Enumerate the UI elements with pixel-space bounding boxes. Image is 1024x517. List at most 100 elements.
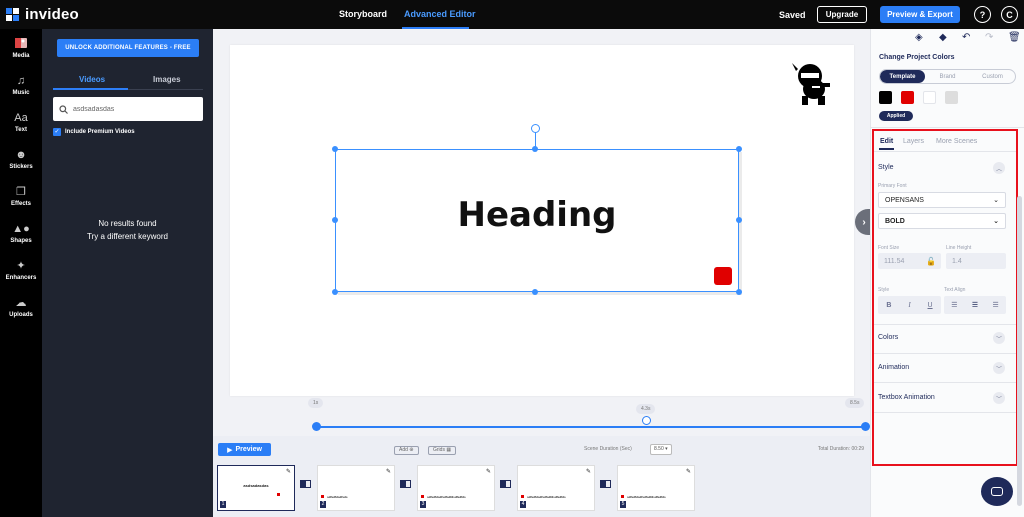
resize-handle-right[interactable]	[736, 217, 742, 223]
red-square-shape[interactable]	[714, 267, 732, 285]
bold-icon[interactable]: B	[886, 302, 891, 309]
chevron-down-icon[interactable]: ﹀	[993, 332, 1005, 344]
add-button[interactable]: Add ⊕	[394, 446, 419, 455]
align-center-icon[interactable]: ☰	[972, 301, 978, 309]
chat-icon[interactable]	[981, 477, 1013, 506]
tab-edit[interactable]: Edit	[880, 138, 893, 145]
timeline-track[interactable]	[316, 426, 865, 428]
scene-canvas[interactable]: Heading	[230, 45, 854, 396]
rail-item-effects[interactable]: ❐ Effects	[0, 185, 42, 221]
brand-logo[interactable]: invideo	[6, 6, 79, 23]
undo-icon[interactable]: ↶	[962, 32, 970, 43]
align-left-icon[interactable]: ☰	[951, 301, 957, 309]
seg-custom[interactable]: Custom	[970, 70, 1015, 83]
unlock-icon[interactable]: 🔓	[926, 257, 936, 266]
animation-section-title[interactable]: Animation	[878, 364, 909, 371]
search-box[interactable]	[53, 97, 203, 121]
color-swatch-gray[interactable]	[945, 91, 958, 104]
heading-text[interactable]: Heading	[458, 195, 617, 235]
rail-item-uploads[interactable]: ☁ Uploads	[0, 296, 42, 332]
chevron-down-icon[interactable]: ﹀	[993, 362, 1005, 374]
layers-icon[interactable]: ◈	[915, 32, 923, 43]
underline-icon[interactable]: U	[928, 302, 933, 309]
font-family-select[interactable]: OPENSANS ⌄	[878, 192, 1006, 208]
pin-icon[interactable]: ✎	[586, 468, 591, 475]
tab-more-scenes[interactable]: More Scenes	[936, 138, 977, 145]
italic-icon[interactable]: I	[908, 301, 910, 309]
transition-icon[interactable]	[300, 480, 311, 488]
transition-icon[interactable]	[500, 480, 511, 488]
tab-layers[interactable]: Layers	[903, 138, 924, 145]
rail-label-enhancers: Enhancers	[5, 275, 37, 281]
preview-button[interactable]: ▶ Preview	[218, 443, 271, 456]
font-weight-select[interactable]: BOLD ⌄	[878, 213, 1006, 229]
resize-handle-top-right[interactable]	[736, 146, 742, 152]
rail-item-shapes[interactable]: ▲● Shapes	[0, 222, 42, 258]
color-swatch-black[interactable]	[879, 91, 892, 104]
transition-icon[interactable]	[600, 480, 611, 488]
right-panel-scrollbar[interactable]	[1017, 196, 1022, 506]
scene-bar: ▶ Preview Add ⊕ Grids ▦ Scene Duration (…	[213, 436, 870, 517]
timeline-end-handle[interactable]	[861, 422, 870, 431]
scene-number: 2	[320, 501, 326, 508]
tab-storyboard[interactable]: Storyboard	[339, 9, 387, 19]
resize-handle-bottom[interactable]	[532, 289, 538, 295]
resize-handle-top[interactable]	[532, 146, 538, 152]
transition-icon[interactable]	[400, 480, 411, 488]
rotate-handle[interactable]	[531, 124, 540, 133]
search-input[interactable]	[73, 105, 193, 113]
grids-button[interactable]: Grids ▦	[428, 446, 457, 455]
align-right-icon[interactable]: ☰	[993, 301, 999, 309]
total-duration: Total Duration: 00:29	[817, 446, 864, 452]
pin-icon[interactable]: ✎	[486, 468, 491, 475]
seg-template[interactable]: Template	[880, 70, 925, 83]
rail-item-music[interactable]: ♫ Music	[0, 74, 42, 110]
pin-icon[interactable]: ✎	[686, 468, 691, 475]
chevron-up-icon[interactable]: ︿	[993, 162, 1005, 174]
no-results-title: No results found	[98, 219, 157, 228]
textbox-animation-section-title[interactable]: Textbox Animation	[878, 394, 935, 401]
premium-toggle[interactable]: ✓ Include Premium Videos	[53, 128, 135, 136]
avatar[interactable]: C	[1001, 6, 1018, 23]
ninja-mascot-icon[interactable]	[788, 59, 836, 107]
scene-thumbnail[interactable]: ✎ asdsadasdas 1	[217, 465, 295, 511]
pin-icon[interactable]: ✎	[286, 468, 291, 475]
color-swatch-white[interactable]	[923, 91, 936, 104]
scene-thumbnail[interactable]: ✎ sdfsdfdsdfsdfsdfdsdfsdfds 4	[517, 465, 595, 511]
timeline-playhead[interactable]	[642, 416, 651, 425]
stack-icon[interactable]: ◆	[939, 32, 947, 43]
line-height-input[interactable]: 1.4	[946, 253, 1006, 269]
trash-icon[interactable]: 🗑	[1008, 32, 1021, 43]
rail-item-media[interactable]: Media	[0, 37, 42, 73]
resize-handle-bottom-left[interactable]	[332, 289, 338, 295]
help-button[interactable]: ?	[974, 6, 991, 23]
scene-thumbnail[interactable]: ✎ sdfsdfdsdfsds 2	[317, 465, 395, 511]
resize-handle-left[interactable]	[332, 217, 338, 223]
scene-thumbnail[interactable]: ✎ sdfsdfdsdfsdfsdfdsdfsdfds 3	[417, 465, 495, 511]
seg-brand[interactable]: Brand	[925, 70, 970, 83]
timeline-start-handle[interactable]	[312, 422, 321, 431]
rail-item-text[interactable]: Aa Text	[0, 111, 42, 147]
rail-item-enhancers[interactable]: ✦ Enhancers	[0, 259, 42, 295]
upgrade-button[interactable]: Upgrade	[817, 6, 867, 23]
resize-handle-bottom-right[interactable]	[736, 289, 742, 295]
pin-icon[interactable]: ✎	[386, 468, 391, 475]
tab-images[interactable]: Images	[153, 75, 181, 84]
style-section-title[interactable]: Style	[878, 164, 894, 171]
scene-duration-select[interactable]: 8.50 ▾	[650, 444, 672, 455]
scene-thumbnail[interactable]: ✎ sdfsdfdsdfsdfsdfdsdfsdfds 5	[617, 465, 695, 511]
chevron-down-icon[interactable]: ﹀	[993, 392, 1005, 404]
rail-item-stickers[interactable]: ☻ Stickers	[0, 148, 42, 184]
heading-text-box[interactable]: Heading	[335, 149, 739, 292]
preview-export-button[interactable]: Preview & Export	[880, 6, 960, 23]
tab-videos[interactable]: Videos	[79, 75, 105, 84]
check-icon[interactable]: ✓	[53, 128, 61, 136]
tab-advanced-editor[interactable]: Advanced Editor	[404, 9, 476, 19]
redo-icon[interactable]: ↷	[985, 32, 993, 43]
resize-handle-top-left[interactable]	[332, 146, 338, 152]
colors-section-title[interactable]: Colors	[878, 334, 898, 341]
font-size-input[interactable]: 111.54 🔓	[878, 253, 941, 269]
color-swatch-red[interactable]	[901, 91, 914, 104]
unlock-features-button[interactable]: UNLOCK ADDITIONAL FEATURES - FREE	[57, 39, 199, 57]
primary-font-label: Primary Font	[878, 183, 907, 189]
